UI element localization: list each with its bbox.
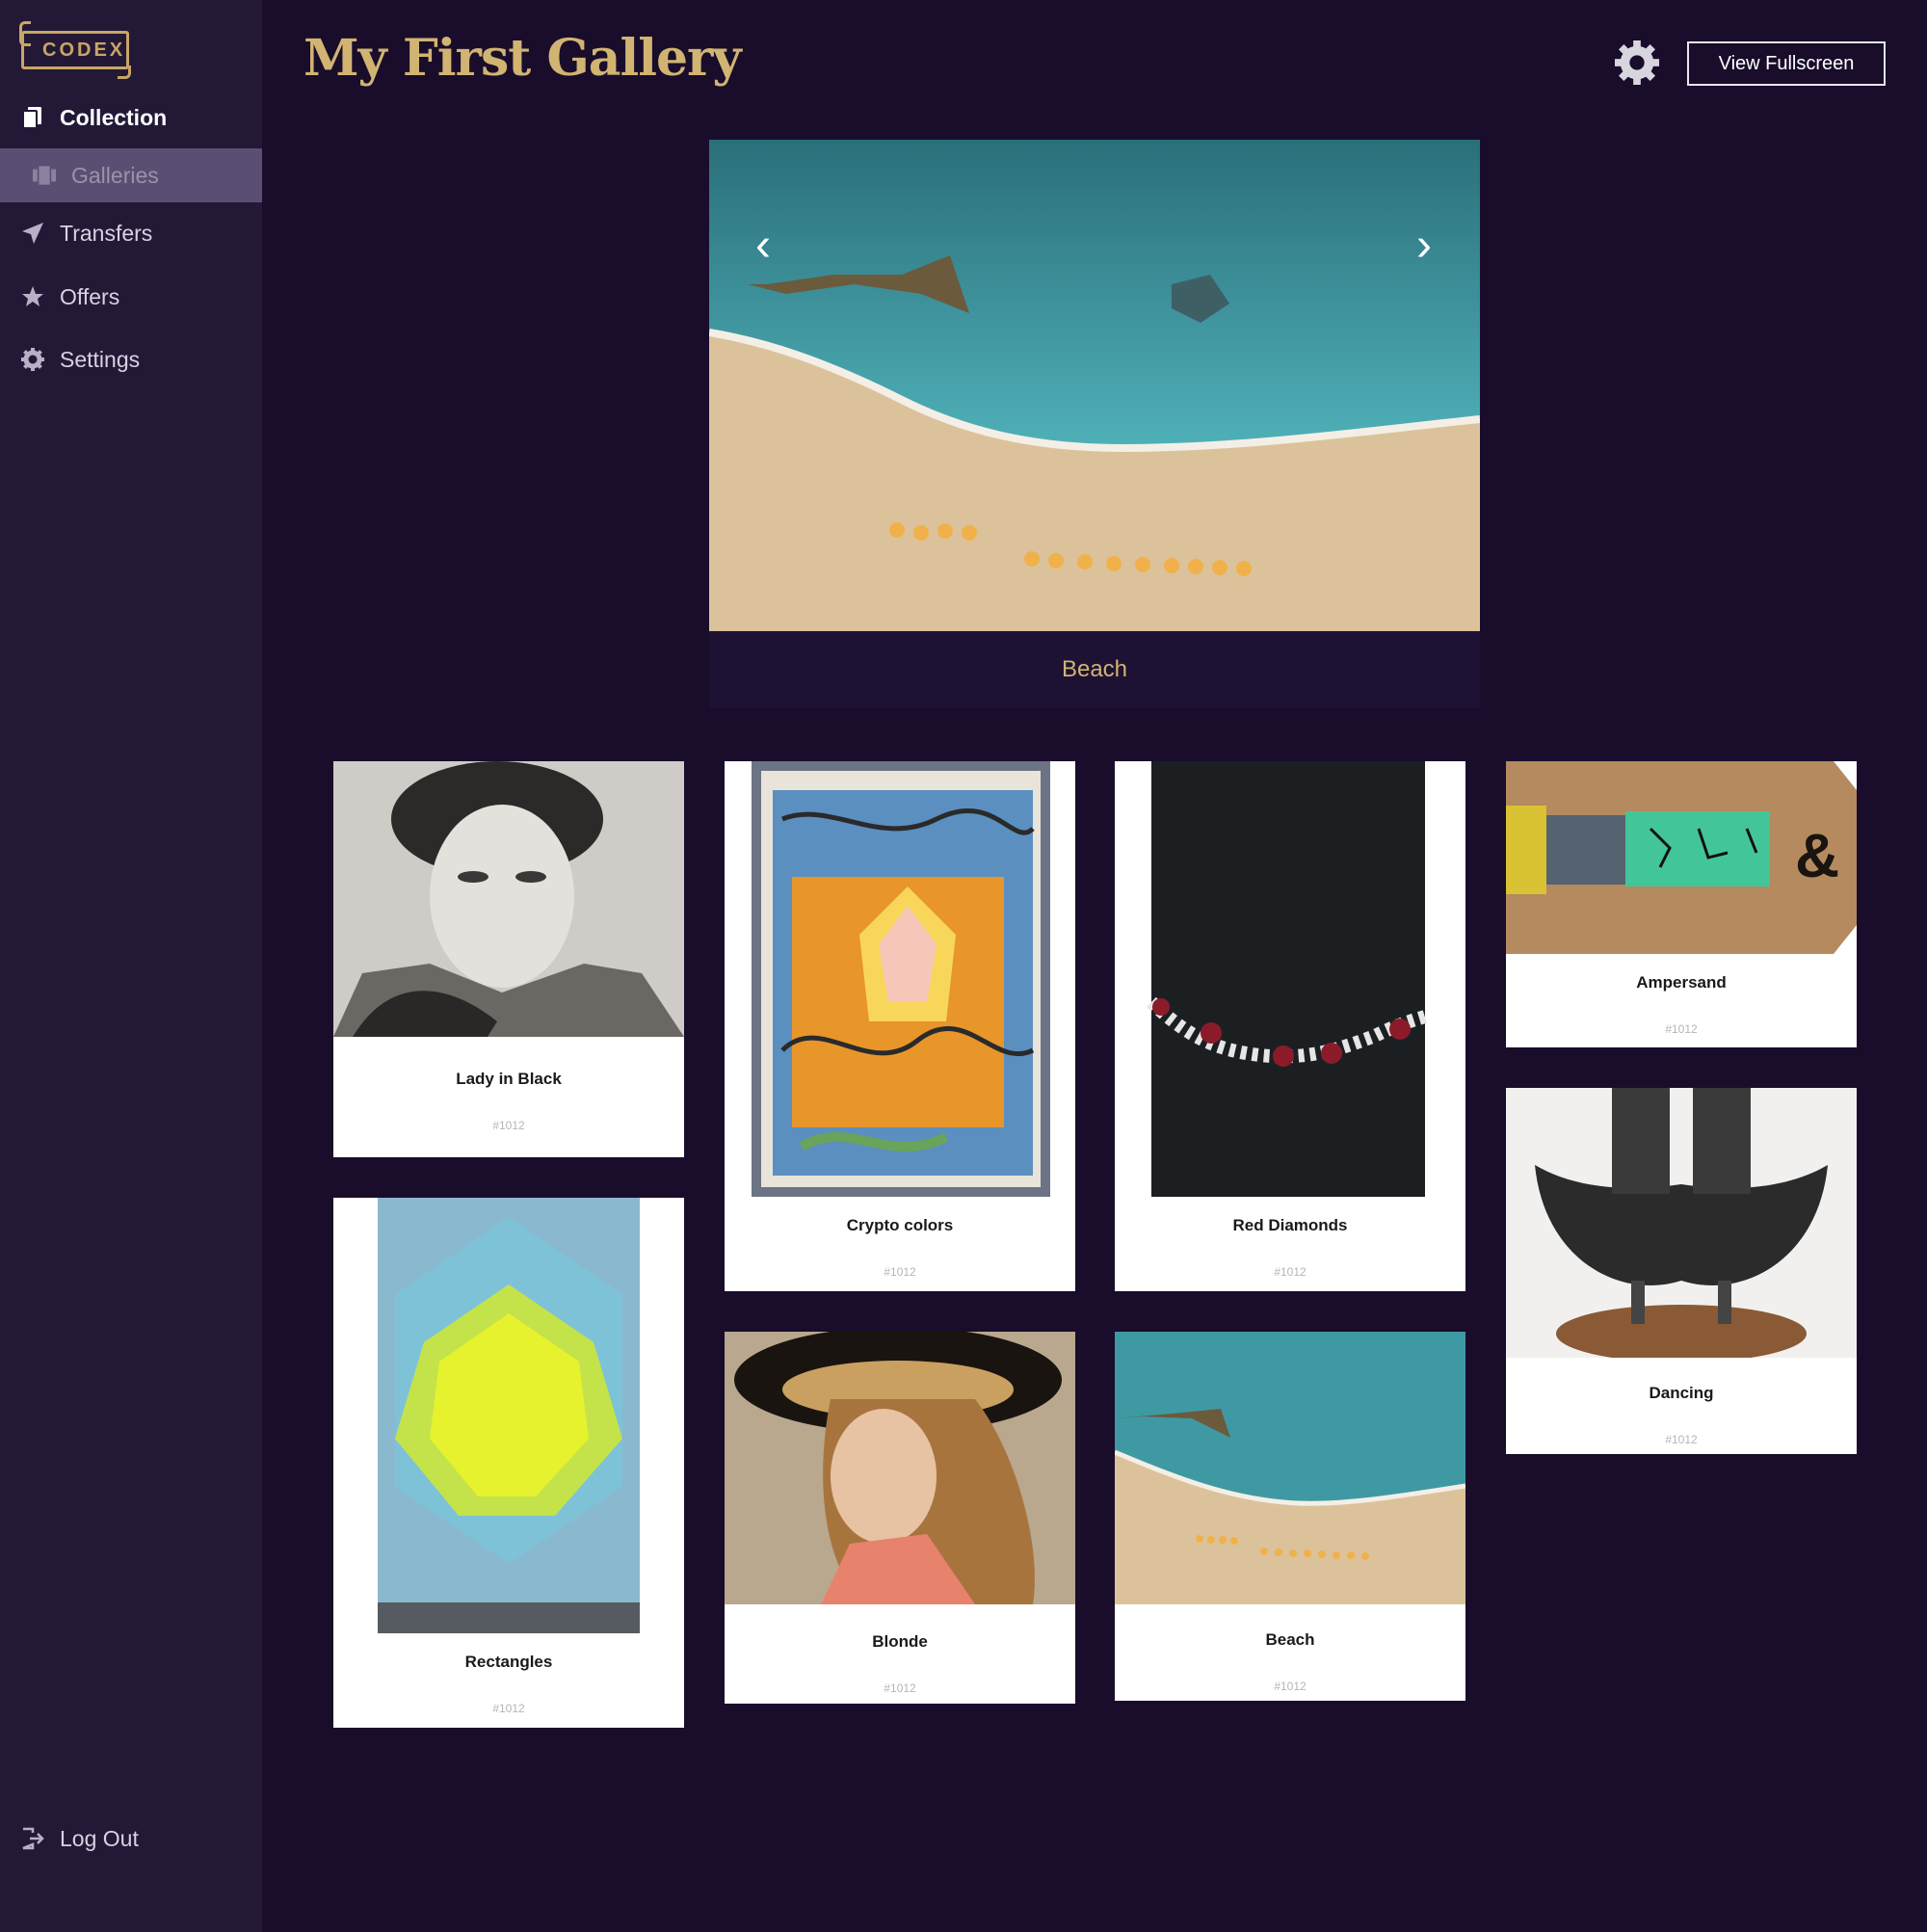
carousel-caption: Beach <box>1061 656 1128 682</box>
card-title: Red Diamonds <box>1232 1216 1348 1234</box>
sidebar: CODEX Collection Galleries Transfers Off… <box>0 0 262 1932</box>
card-thumbnail <box>1115 1332 1465 1604</box>
galleries-icon <box>33 164 56 187</box>
gallery-card[interactable]: Beach #1012 <box>1115 1332 1465 1701</box>
sidebar-item-galleries[interactable]: Galleries <box>0 148 262 202</box>
gallery-settings-button[interactable] <box>1615 40 1661 87</box>
gallery-card[interactable]: Rectangles #1012 <box>333 1198 684 1728</box>
chevron-left-icon[interactable]: ‹ <box>742 220 784 271</box>
chevron-right-icon[interactable]: › <box>1403 220 1445 271</box>
sidebar-item-label: Settings <box>60 346 141 372</box>
sidebar-item-label: Galleries <box>71 162 159 188</box>
card-id: #1012 <box>492 1119 525 1132</box>
logo-text: CODEX <box>42 40 126 61</box>
logo-scroll-curl <box>19 21 31 46</box>
codex-logo[interactable]: CODEX <box>19 21 131 79</box>
gallery-card[interactable]: Crypto colors #1012 <box>725 761 1075 1291</box>
card-title: Blonde <box>872 1632 928 1651</box>
send-icon <box>21 222 44 245</box>
page-title: My First Gallery <box>304 29 742 88</box>
card-thumbnail <box>725 1332 1075 1604</box>
card-title: Lady in Black <box>456 1070 562 1088</box>
card-thumbnail <box>1115 761 1465 1197</box>
sidebar-item-settings[interactable]: Settings <box>0 332 262 386</box>
card-id: #1012 <box>1665 1433 1698 1446</box>
card-id: #1012 <box>884 1681 916 1695</box>
sidebar-item-offers[interactable]: Offers <box>0 270 262 324</box>
gallery-card[interactable]: Lady in Black #1012 <box>333 761 684 1157</box>
sidebar-item-label: Transfers <box>60 220 153 246</box>
sidebar-item-label: Collection <box>60 104 168 130</box>
logout-icon <box>21 1827 44 1850</box>
card-thumbnail <box>333 761 684 1037</box>
gallery-card[interactable]: Red Diamonds #1012 <box>1115 761 1465 1291</box>
logout-label: Log Out <box>60 1825 139 1851</box>
gear-icon <box>21 348 44 371</box>
card-title: Ampersand <box>1636 973 1727 992</box>
card-thumbnail <box>1506 1088 1857 1358</box>
card-id: #1012 <box>884 1265 916 1279</box>
card-thumbnail <box>725 761 1075 1197</box>
carousel-image-beach[interactable] <box>709 140 1480 631</box>
card-title: Rectangles <box>464 1653 553 1671</box>
card-id: #1012 <box>1274 1680 1307 1693</box>
sidebar-item-collection[interactable]: Collection <box>0 91 262 145</box>
gallery-card[interactable]: Blonde #1012 <box>725 1332 1075 1704</box>
card-id: #1012 <box>1274 1265 1307 1279</box>
sidebar-item-transfers[interactable]: Transfers <box>0 206 262 260</box>
card-title: Beach <box>1265 1630 1315 1649</box>
card-id: #1012 <box>1665 1022 1698 1036</box>
featured-carousel: Beach <box>709 140 1480 708</box>
card-thumbnail: & <box>1506 761 1857 954</box>
card-title: Dancing <box>1649 1384 1714 1402</box>
svg-text:&: & <box>1795 821 1839 890</box>
logo-scroll-tail <box>118 66 131 79</box>
gear-icon <box>1615 40 1659 85</box>
card-title: Crypto colors <box>846 1216 954 1234</box>
star-icon <box>21 285 44 308</box>
card-thumbnail <box>333 1198 684 1633</box>
view-fullscreen-button[interactable]: View Fullscreen <box>1687 41 1886 86</box>
card-id: #1012 <box>492 1702 525 1715</box>
sidebar-item-label: Offers <box>60 283 120 309</box>
collection-icon <box>21 106 44 129</box>
gallery-card[interactable]: & Ampersand #1012 <box>1506 761 1857 1047</box>
logout-button[interactable]: Log Out <box>0 1812 262 1866</box>
gallery-card[interactable]: Dancing #1012 <box>1506 1088 1857 1454</box>
